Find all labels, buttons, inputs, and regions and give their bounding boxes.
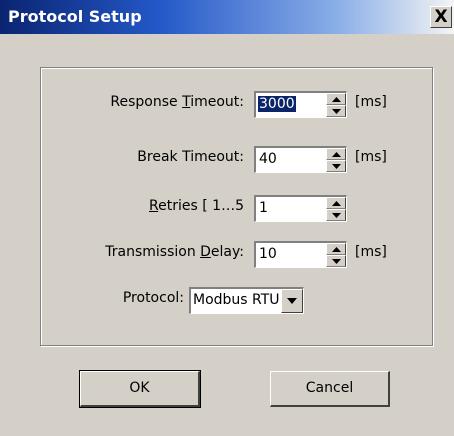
response-timeout-down-button[interactable] [326,105,346,117]
arrow-down-icon [332,109,341,114]
transmission-delay-label: Transmission Delay: [105,244,244,260]
transmission-delay-down-button[interactable] [326,255,346,267]
arrow-up-icon [332,247,341,252]
response-timeout-unit: [ms] [355,94,387,110]
break-timeout-unit: [ms] [355,149,387,165]
arrow-down-icon [332,259,341,264]
ok-button[interactable]: OK [79,370,201,408]
close-icon: X [434,6,448,27]
protocol-label: Protocol: [122,290,184,306]
title-bar[interactable]: Protocol Setup X [0,0,454,34]
dialog-title: Protocol Setup [8,7,142,26]
response-timeout-value[interactable]: 3000 [258,96,296,112]
break-timeout-value[interactable]: 40 [258,151,278,167]
protocol-dropdown-button[interactable] [281,289,303,313]
transmission-delay-unit: [ms] [355,244,387,260]
response-timeout-spinner[interactable]: 3000 [254,91,347,118]
break-timeout-down-button[interactable] [326,160,346,172]
retries-up-button[interactable] [326,197,346,209]
retries-label: Retries [ 1…5 [149,198,244,214]
response-timeout-label: Response Timeout: [110,94,244,110]
close-button[interactable]: X [430,6,452,28]
response-timeout-up-button[interactable] [326,93,346,105]
protocol-value: Modbus RTU [193,292,280,308]
transmission-delay-up-button[interactable] [326,243,346,255]
protocol-select[interactable]: Modbus RTU [189,287,304,314]
cancel-button[interactable]: Cancel [270,371,390,407]
retries-down-button[interactable] [326,209,346,221]
arrow-up-icon [332,97,341,102]
arrow-up-icon [332,201,341,206]
retries-spinner[interactable]: 1 [254,195,347,222]
break-timeout-spinner[interactable]: 40 [254,146,347,173]
protocol-setup-dialog: Protocol Setup X Response Timeout: 3000 … [0,0,454,436]
chevron-down-icon [287,298,297,304]
retries-value[interactable]: 1 [258,200,269,216]
transmission-delay-spinner[interactable]: 10 [254,241,347,268]
arrow-up-icon [332,152,341,157]
break-timeout-label: Break Timeout: [137,149,244,165]
arrow-down-icon [332,164,341,169]
break-timeout-up-button[interactable] [326,148,346,160]
transmission-delay-value[interactable]: 10 [258,246,278,262]
arrow-down-icon [332,213,341,218]
